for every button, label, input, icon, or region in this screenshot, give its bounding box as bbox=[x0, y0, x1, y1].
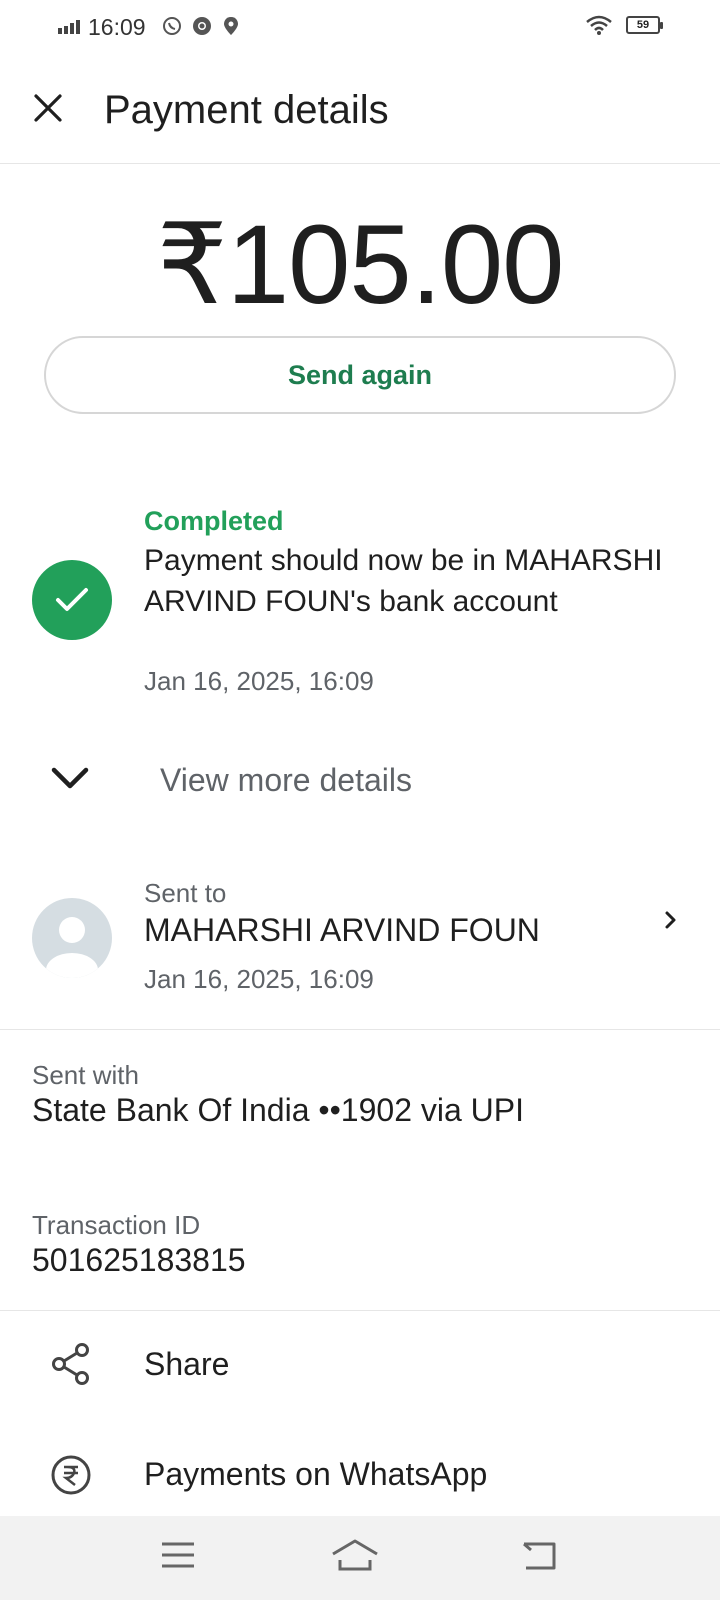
payments-on-whatsapp-button[interactable]: Payments on WhatsApp bbox=[0, 1432, 720, 1522]
chevron-right-icon bbox=[665, 911, 676, 929]
sent-to-datetime: Jan 16, 2025, 16:09 bbox=[144, 964, 374, 994]
recipient-name: MAHARSHI ARVIND FOUN bbox=[144, 912, 540, 948]
transaction-id-value[interactable]: 501625183815 bbox=[32, 1242, 246, 1279]
completed-check-icon bbox=[32, 560, 112, 640]
location-icon bbox=[224, 17, 238, 35]
transaction-id-label: Transaction ID bbox=[32, 1210, 201, 1240]
status-bar: 16:09 59 bbox=[0, 0, 720, 56]
view-more-details-button[interactable]: View more details bbox=[0, 750, 720, 814]
sent-to-label: Sent to bbox=[144, 878, 227, 908]
wifi-icon bbox=[586, 15, 612, 35]
chrome-icon bbox=[193, 17, 211, 35]
share-button[interactable]: Share bbox=[0, 1322, 720, 1412]
system-nav-bar bbox=[0, 1516, 720, 1600]
share-label: Share bbox=[144, 1346, 230, 1382]
sent-to-row[interactable]: Sent to MAHARSHI ARVIND FOUN Jan 16, 202… bbox=[0, 878, 720, 1030]
view-more-details-label: View more details bbox=[160, 762, 412, 798]
share-icon bbox=[52, 1343, 89, 1385]
status-label: Completed bbox=[144, 506, 284, 536]
sent-with-label: Sent with bbox=[32, 1060, 139, 1090]
status-time: 16:09 bbox=[88, 14, 146, 40]
whatsapp-icon bbox=[163, 17, 181, 35]
close-button[interactable] bbox=[26, 86, 70, 130]
home-icon[interactable] bbox=[330, 1538, 380, 1572]
app-bar: Payment details bbox=[0, 72, 720, 164]
divider bbox=[0, 1310, 720, 1311]
status-message: Payment should now be in MAHARSHI ARVIND… bbox=[144, 544, 663, 618]
rupee-circle-icon bbox=[51, 1455, 91, 1495]
sent-with-value: State Bank Of India ••1902 via UPI bbox=[32, 1092, 525, 1128]
avatar bbox=[32, 898, 112, 978]
chevron-down-icon bbox=[51, 767, 89, 789]
payment-amount: ₹105.00 bbox=[156, 202, 565, 327]
menu-icon[interactable] bbox=[160, 1540, 196, 1570]
status-datetime: Jan 16, 2025, 16:09 bbox=[144, 666, 374, 696]
send-again-button[interactable]: Send again bbox=[44, 336, 676, 414]
signal-icon bbox=[58, 20, 80, 34]
battery-indicator: 59 bbox=[626, 16, 663, 34]
close-icon bbox=[34, 94, 62, 122]
back-icon[interactable] bbox=[520, 1540, 558, 1572]
payments-on-whatsapp-label: Payments on WhatsApp bbox=[144, 1456, 488, 1492]
page-title: Payment details bbox=[104, 88, 389, 132]
